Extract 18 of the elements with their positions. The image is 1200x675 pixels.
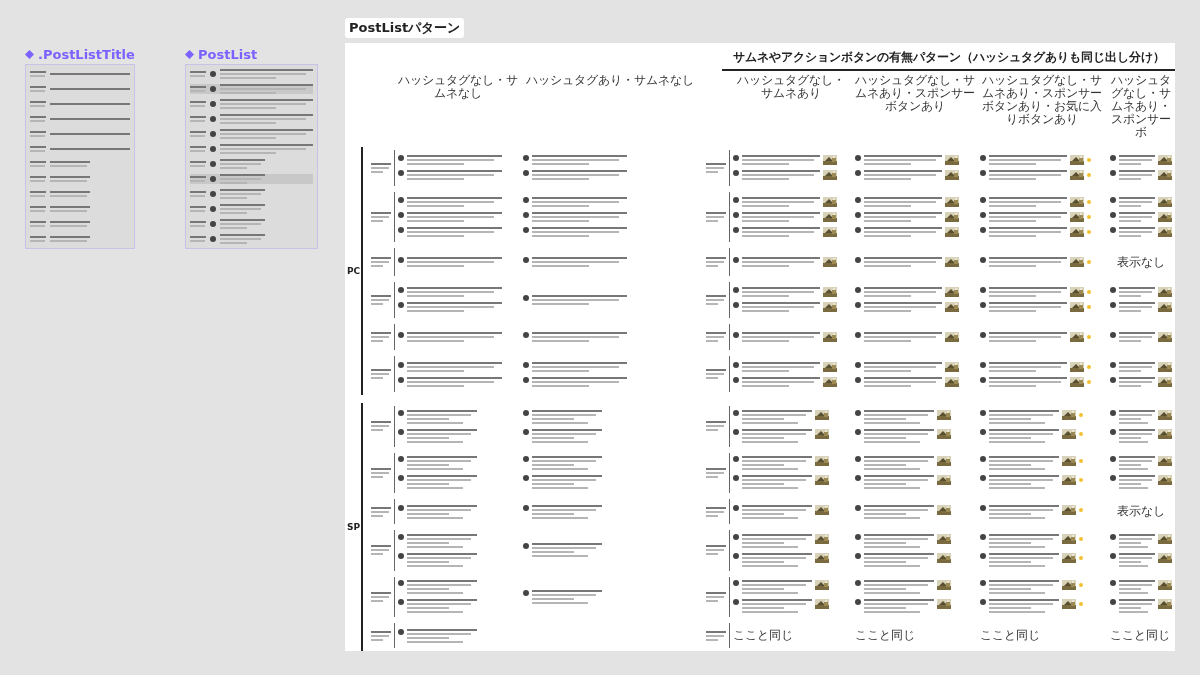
note-text: 表示なし <box>1116 253 1166 271</box>
note-text: ここと同じ <box>1110 627 1171 645</box>
column-header: ハッシュタグなし・サムネあり・スポンサーボ <box>1110 74 1172 139</box>
section-label: SP <box>345 403 363 651</box>
note-text: ここと同じ <box>980 627 1041 645</box>
group-header: サムネやアクションボタンの有無パターン（ハッシュタグありも同じ出し分け） <box>722 49 1175 71</box>
component-title: .PostListTitle <box>25 47 135 62</box>
section-label: PC <box>345 147 363 395</box>
column-header: ハッシュタグあり・サムネなし <box>525 74 695 89</box>
column-header: ハッシュタグなし・サムネなし <box>396 74 519 102</box>
note-text: 表示なし <box>1116 503 1166 521</box>
column-header: ハッシュタグなし・サムネあり・スポンサーボタンあり・お気に入りボタンあり <box>981 74 1103 128</box>
column-header: ハッシュタグなし・サムネあり・スポンサーボタンあり <box>853 74 976 115</box>
note-text: ここと同じ <box>855 627 916 645</box>
note-text: ここと同じ <box>733 627 794 645</box>
column-header: ハッシュタグなし・サムネあり <box>736 74 846 102</box>
frame-title: PostListパターン <box>345 18 465 38</box>
component-title: PostList <box>185 47 318 62</box>
